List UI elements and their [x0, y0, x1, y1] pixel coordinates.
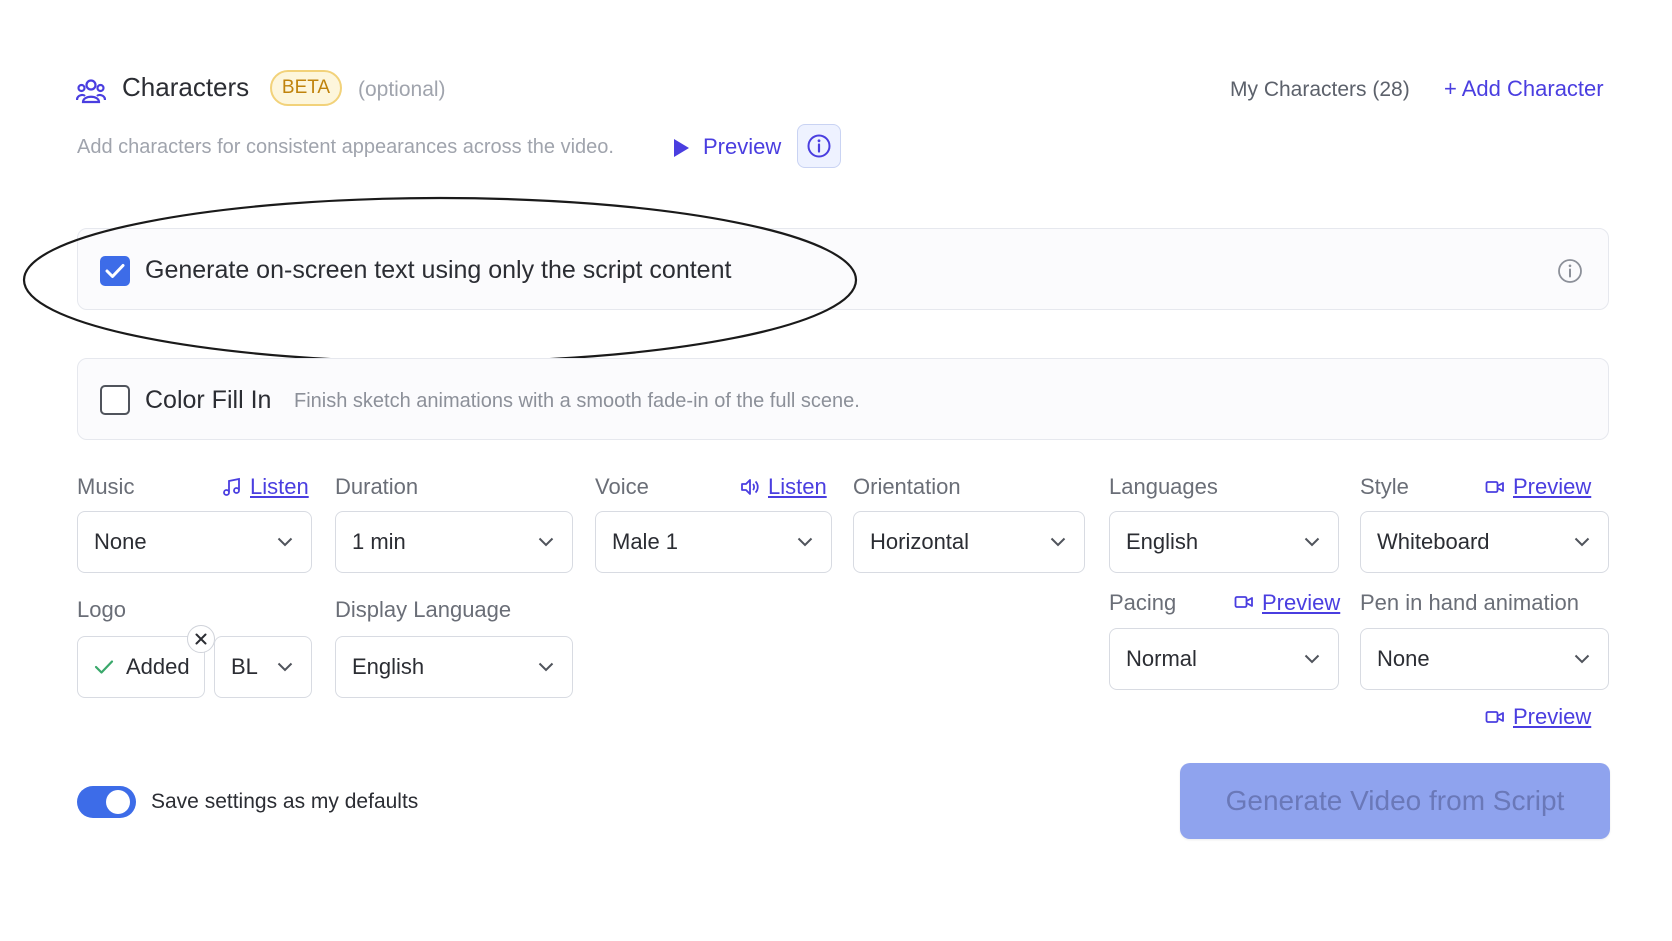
style-select[interactable]: Whiteboard: [1360, 511, 1609, 573]
pacing-preview-link[interactable]: Preview: [1262, 590, 1340, 616]
orientation-label: Orientation: [853, 474, 961, 499]
music-label: Music: [77, 474, 135, 499]
logo-position-select[interactable]: BL: [214, 636, 312, 698]
duration-label: Duration: [335, 474, 419, 499]
display-language-label: Display Language: [335, 597, 512, 622]
optional-label: (optional): [358, 78, 446, 101]
chevron-down-icon: [538, 662, 554, 672]
speaker-icon[interactable]: [740, 477, 760, 497]
color-fill-description: Finish sketch animations with a smooth f…: [294, 390, 860, 412]
info-icon: [807, 134, 831, 158]
orientation-value: Horizontal: [870, 529, 970, 554]
video-camera-icon[interactable]: [1485, 707, 1505, 727]
users-icon: [76, 79, 106, 104]
info-button[interactable]: [797, 124, 841, 168]
pen-animation-value: None: [1377, 646, 1430, 671]
chevron-down-icon: [1574, 654, 1590, 664]
close-icon: [195, 633, 207, 645]
music-listen-link[interactable]: Listen: [250, 474, 309, 500]
orientation-select[interactable]: Horizontal: [853, 511, 1085, 573]
generate-video-button[interactable]: Generate Video from Script: [1180, 763, 1610, 839]
add-character-button[interactable]: + Add Character: [1444, 76, 1604, 102]
style-preview-link[interactable]: Preview: [1513, 474, 1591, 500]
video-camera-icon[interactable]: [1234, 592, 1254, 612]
languages-value: English: [1126, 529, 1199, 554]
music-value: None: [94, 529, 147, 554]
duration-select[interactable]: 1 min: [335, 511, 573, 573]
preview-link[interactable]: Preview: [703, 134, 781, 160]
section-title: Characters: [122, 72, 250, 102]
color-fill-checkbox[interactable]: [100, 385, 130, 415]
my-characters-link[interactable]: My Characters (28): [1230, 78, 1410, 102]
voice-select[interactable]: Male 1: [595, 511, 832, 573]
play-icon[interactable]: [672, 138, 690, 158]
logo-status-text: Added: [126, 654, 190, 679]
highlight-ellipse: [22, 196, 858, 364]
toggle-knob: [106, 790, 130, 814]
beta-badge: BETA: [270, 70, 342, 106]
languages-label: Languages: [1109, 474, 1218, 499]
display-language-value: English: [352, 654, 425, 679]
save-defaults-label: Save settings as my defaults: [151, 790, 419, 813]
duration-value: 1 min: [352, 529, 406, 554]
chevron-down-icon: [1050, 537, 1066, 547]
chevron-down-icon: [538, 537, 554, 547]
voice-value: Male 1: [612, 529, 679, 554]
pacing-value: Normal: [1126, 646, 1197, 671]
info-icon[interactable]: [1557, 258, 1583, 284]
voice-listen-link[interactable]: Listen: [768, 474, 827, 500]
style-value: Whiteboard: [1377, 529, 1490, 554]
remove-logo-button[interactable]: [187, 625, 215, 653]
pacing-label: Pacing: [1109, 590, 1177, 615]
chevron-down-icon: [277, 537, 293, 547]
section-description: Add characters for consistent appearance…: [77, 136, 614, 158]
chevron-down-icon: [277, 662, 293, 672]
voice-label: Voice: [595, 474, 649, 499]
style-label: Style: [1360, 474, 1409, 499]
logo-position-value: BL: [231, 654, 258, 679]
pen-animation-preview-link[interactable]: Preview: [1513, 704, 1591, 730]
languages-select[interactable]: English: [1109, 511, 1339, 573]
display-language-select[interactable]: English: [335, 636, 573, 698]
chevron-down-icon: [1304, 654, 1320, 664]
pen-animation-select[interactable]: None: [1360, 628, 1609, 690]
check-icon: [94, 660, 114, 674]
chevron-down-icon: [1574, 537, 1590, 547]
logo-status[interactable]: Added: [77, 636, 205, 698]
logo-label: Logo: [77, 597, 126, 622]
music-select[interactable]: None: [77, 511, 312, 573]
video-camera-icon[interactable]: [1485, 477, 1505, 497]
chevron-down-icon: [1304, 537, 1320, 547]
chevron-down-icon: [797, 537, 813, 547]
music-note-icon[interactable]: [222, 477, 242, 497]
pacing-select[interactable]: Normal: [1109, 628, 1339, 690]
color-fill-label: Color Fill In: [145, 386, 272, 414]
pen-animation-label: Pen in hand animation: [1360, 590, 1579, 615]
